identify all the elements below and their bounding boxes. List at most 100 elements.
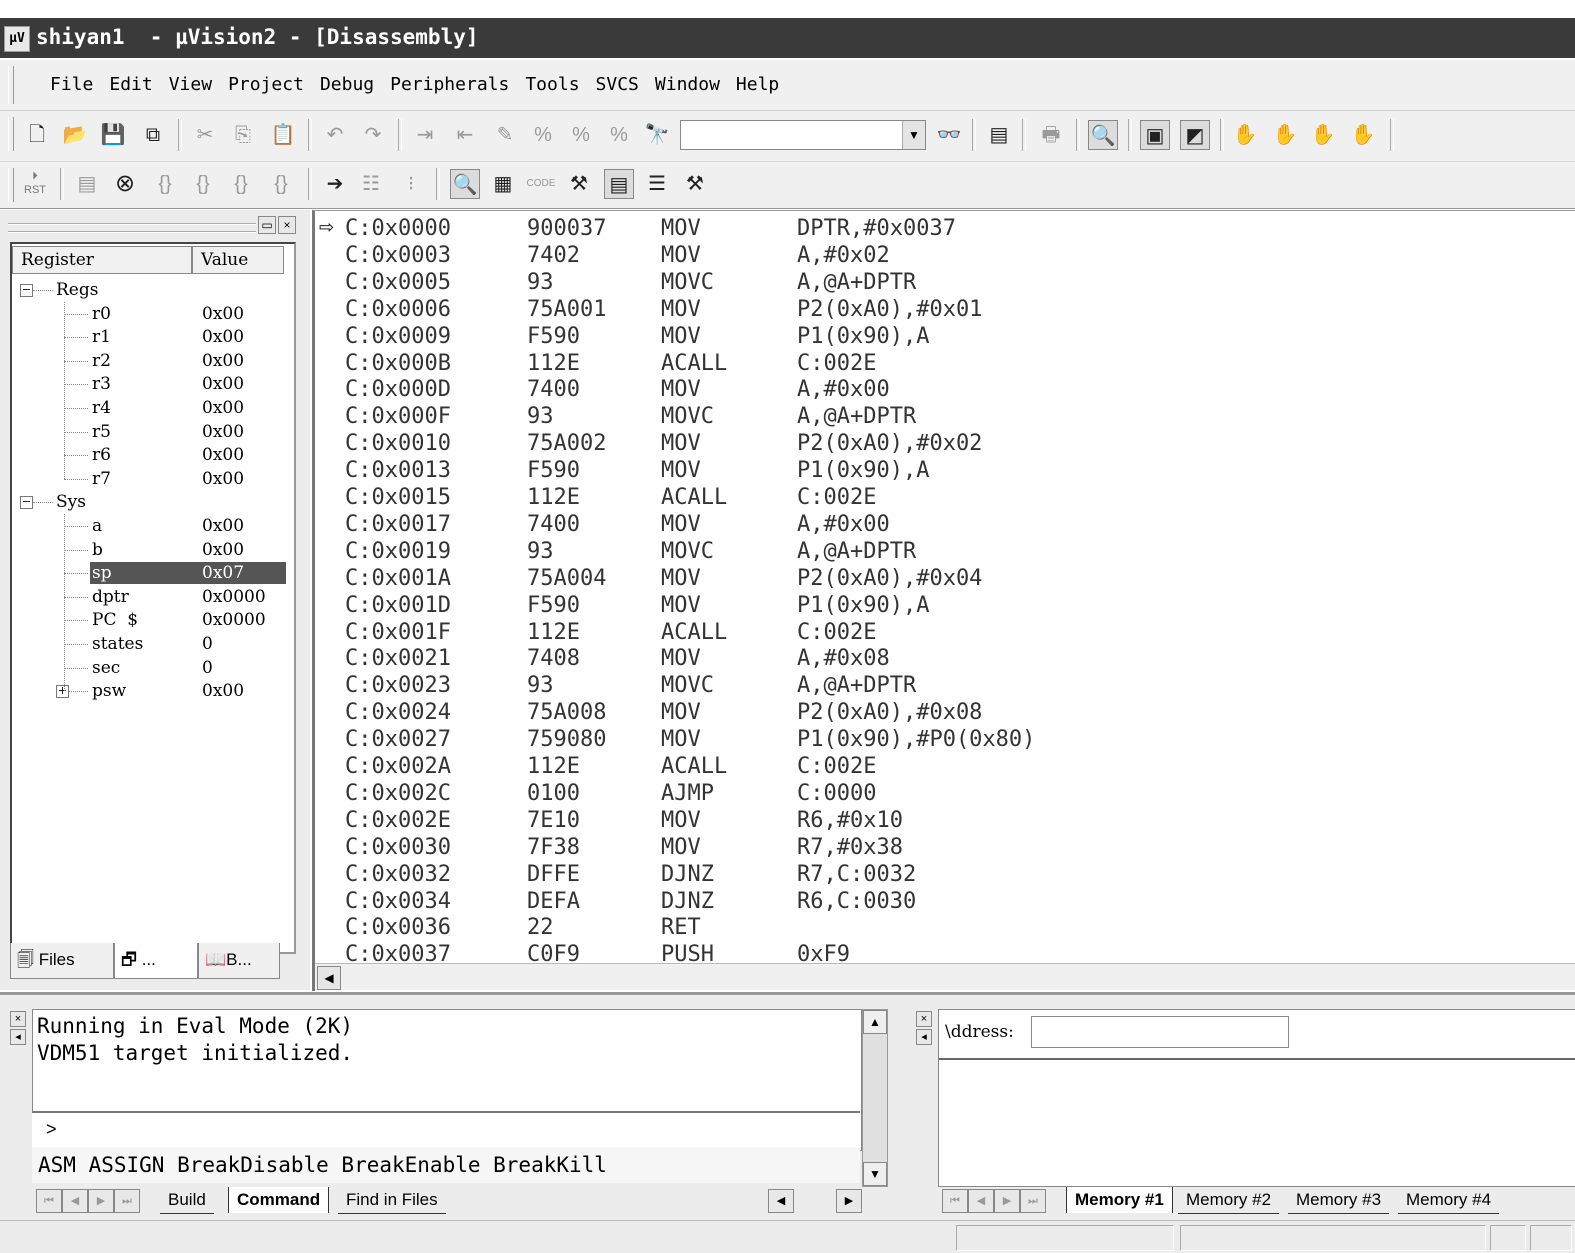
register-value[interactable]: 0x00: [202, 325, 244, 349]
disassembly-line[interactable]: C:0x001D F590 MOV P1(0x90),A: [315, 592, 1575, 619]
panel-restore-button[interactable]: ▭: [258, 216, 276, 234]
scroll-up-icon[interactable]: ▲: [863, 1010, 887, 1034]
watch-window-icon[interactable]: ▦: [488, 169, 518, 199]
view-trace-icon[interactable]: ⁝: [396, 169, 426, 199]
register-row[interactable]: sec 0: [12, 656, 294, 680]
disassembly-line[interactable]: C:0x000F 93 MOVC A,@A+DPTR: [315, 403, 1575, 430]
show-next-statement-icon[interactable]: ➔: [320, 169, 350, 199]
first-tab-icon[interactable]: ⏮: [942, 1189, 968, 1213]
disassembly-line[interactable]: C:0x001F 112E ACALL C:002E: [315, 619, 1575, 646]
binoculars-icon[interactable]: 👓: [934, 120, 964, 150]
collapse-icon[interactable]: −: [20, 284, 33, 297]
disassembly-line[interactable]: C:0x0003 7402 MOV A,#0x02: [315, 242, 1575, 269]
register-row[interactable]: r4 0x00: [12, 396, 294, 420]
tab-memory-4[interactable]: Memory #4: [1398, 1187, 1500, 1214]
column-value[interactable]: Value: [192, 246, 284, 274]
register-value[interactable]: 0x00: [202, 443, 244, 467]
code-coverage-icon[interactable]: CODE: [526, 169, 556, 199]
disassembly-line[interactable]: C:0x0013 F590 MOV P1(0x90),A: [315, 457, 1575, 484]
register-row[interactable]: r7 0x00: [12, 467, 294, 491]
last-tab-icon[interactable]: ⏭: [114, 1189, 140, 1213]
disassembly-line[interactable]: C:0x0009 F590 MOV P1(0x90),A: [315, 323, 1575, 350]
bookmark-prev-icon[interactable]: %: [528, 120, 558, 150]
register-group[interactable]: − Sys: [12, 490, 294, 514]
register-row[interactable]: r2 0x00: [12, 349, 294, 373]
print-icon[interactable]: 🖶: [1036, 120, 1066, 150]
step-into-icon[interactable]: {}: [150, 169, 180, 199]
disassembly-line[interactable]: C:0x001A 75A004 MOV P2(0xA0),#0x04: [315, 565, 1575, 592]
bookmark-toggle-icon[interactable]: ✎: [490, 120, 520, 150]
register-group[interactable]: − Regs: [12, 278, 294, 302]
tab-regs[interactable]: 🗗 ...: [114, 943, 198, 979]
menu-help[interactable]: Help: [736, 74, 779, 95]
scroll-left-icon[interactable]: ◀: [317, 966, 341, 990]
register-row[interactable]: a 0x00: [12, 514, 294, 538]
register-value[interactable]: 0x00: [202, 302, 244, 326]
new-file-icon[interactable]: 🗋: [22, 120, 52, 150]
tab-build[interactable]: Build: [160, 1187, 214, 1214]
register-row[interactable]: b 0x00: [12, 538, 294, 562]
disassembly-window-icon[interactable]: 🔍: [450, 169, 480, 199]
disassembly-line[interactable]: C:0x0024 75A008 MOV P2(0xA0),#0x08: [315, 699, 1575, 726]
register-row[interactable]: r0 0x00: [12, 302, 294, 326]
first-tab-icon[interactable]: ⏮: [36, 1189, 62, 1213]
scroll-down-icon[interactable]: ▼: [863, 1162, 887, 1186]
project-window-icon[interactable]: ▣: [1140, 120, 1170, 150]
tab-memory-1[interactable]: Memory #1: [1066, 1187, 1173, 1213]
toolbox-icon[interactable]: ⚒: [680, 169, 710, 199]
menu-debug[interactable]: Debug: [320, 74, 374, 95]
output-window-icon[interactable]: ◩: [1180, 120, 1210, 150]
tab-books[interactable]: 📖B...: [198, 943, 280, 979]
stop-icon[interactable]: ⊗: [110, 169, 140, 199]
column-register[interactable]: Register: [12, 246, 192, 274]
register-row[interactable]: + psw 0x00: [12, 679, 294, 703]
unindent-icon[interactable]: ⇤: [450, 120, 480, 150]
disassembly-line[interactable]: C:0x0000 900037 MOV DPTR,#0x0037: [315, 215, 1575, 242]
tab-memory-2[interactable]: Memory #2: [1178, 1187, 1280, 1214]
disassembly-line[interactable]: C:0x0006 75A001 MOV P2(0xA0),#0x01: [315, 296, 1575, 323]
register-row[interactable]: sp 0x07: [12, 561, 294, 585]
disassembly-line[interactable]: C:0x0027 759080 MOV P1(0x90),#P0(0x80): [315, 726, 1575, 753]
disassembly-line[interactable]: C:0x0023 93 MOVC A,@A+DPTR: [315, 672, 1575, 699]
register-value[interactable]: 0x00: [202, 514, 244, 538]
run-icon[interactable]: ▤: [72, 169, 102, 199]
next-tab-icon[interactable]: ▶: [994, 1189, 1020, 1213]
register-value[interactable]: 0: [202, 656, 213, 680]
performance-analyzer-icon[interactable]: ⚒: [564, 169, 594, 199]
output-dock-icon[interactable]: ◂: [10, 1029, 26, 1045]
copy-icon[interactable]: ⎘: [228, 120, 258, 150]
register-row[interactable]: states 0: [12, 632, 294, 656]
horizontal-scrollbar[interactable]: ◀: [315, 963, 1575, 990]
memory-close-icon[interactable]: ×: [916, 1011, 932, 1027]
register-value[interactable]: 0x0000: [202, 608, 266, 632]
disassembly-line[interactable]: C:0x002C 0100 AJMP C:0000: [315, 780, 1575, 807]
disassembly-line[interactable]: C:0x0010 75A002 MOV P2(0xA0),#0x02: [315, 430, 1575, 457]
bookmark-next-icon[interactable]: %: [566, 120, 596, 150]
menu-tools[interactable]: Tools: [525, 74, 579, 95]
disassembly-line[interactable]: C:0x0021 7408 MOV A,#0x08: [315, 645, 1575, 672]
register-row[interactable]: r3 0x00: [12, 372, 294, 396]
find-combo[interactable]: ▼: [680, 120, 926, 150]
register-value[interactable]: 0x00: [202, 679, 244, 703]
menu-file[interactable]: File: [50, 74, 93, 95]
open-folder-icon[interactable]: 📂: [60, 120, 90, 150]
menu-project[interactable]: Project: [228, 74, 304, 95]
breakpoint-hand-icon[interactable]: ✋: [1230, 120, 1260, 150]
disassembly-line[interactable]: C:0x0005 93 MOVC A,@A+DPTR: [315, 269, 1575, 296]
output-scrollbar[interactable]: ▲ ▼: [862, 1009, 888, 1187]
disassembly-line[interactable]: C:0x0015 112E ACALL C:002E: [315, 484, 1575, 511]
tab-command[interactable]: Command: [228, 1187, 330, 1213]
register-value[interactable]: 0x00: [202, 420, 244, 444]
reset-icon[interactable]: ⏵ RST: [20, 169, 50, 199]
register-value[interactable]: 0x00: [202, 372, 244, 396]
run-to-cursor-icon[interactable]: {}: [266, 169, 296, 199]
breakpoint-disable-icon[interactable]: ✋: [1308, 120, 1338, 150]
disassembly-line[interactable]: C:0x002A 112E ACALL C:002E: [315, 753, 1575, 780]
tab-scroll-right-icon[interactable]: ▶: [836, 1189, 862, 1213]
memory-window-icon[interactable]: ▤: [604, 169, 634, 199]
collapse-icon[interactable]: −: [20, 496, 33, 510]
disassembly-line[interactable]: C:0x0032 DFFE DJNZ R7,C:0032: [315, 861, 1575, 888]
cut-icon[interactable]: ✂: [190, 120, 220, 150]
save-icon[interactable]: 💾: [98, 120, 128, 150]
memory-dock-icon[interactable]: ◂: [916, 1029, 932, 1045]
